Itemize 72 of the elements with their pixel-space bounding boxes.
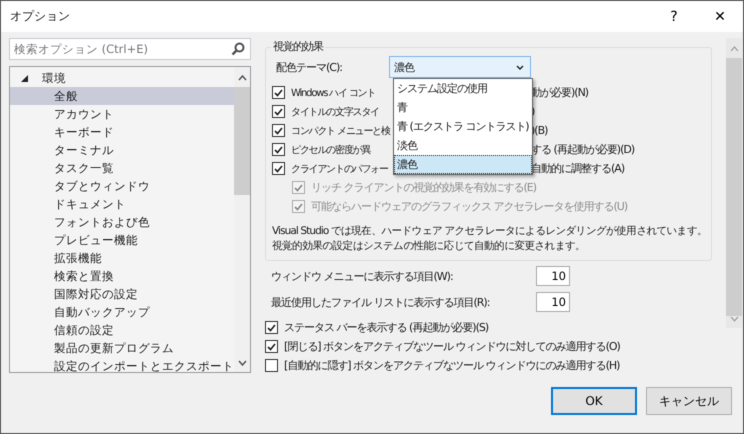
dropdown-caret-icon [516,64,524,70]
dropdown-option[interactable]: 青 (エクストラ コントラスト) [394,117,532,136]
cancel-button[interactable]: キャンセル [646,387,732,415]
checkbox[interactable] [272,124,285,137]
field-label: 配色テーマ(C): [276,60,343,74]
scroll-up-icon [730,46,739,52]
scroll-up-icon [238,75,246,81]
tree-item[interactable]: プレビュー機能 [10,231,234,249]
checkbox[interactable] [265,359,278,372]
checkbox-label: クライアントのパフォー [291,162,388,176]
checkmark-icon [274,88,283,96]
tree-item[interactable]: 拡張機能 [10,249,234,267]
tree-item[interactable]: タスク一覧 [10,159,234,177]
tree-item[interactable]: 国際対応の設定 [10,285,234,303]
tree-item[interactable]: フォントおよび色 [10,213,234,231]
checkbox-label: [自動的に隠す] ボタンをアクティブなツール ウィンドウにのみ適用する(H) [284,358,620,373]
checkmark-icon [274,164,283,172]
checkbox[interactable] [265,321,278,334]
tree-item[interactable]: 環境 [10,69,234,87]
checkmark-icon [267,324,276,332]
checkbox[interactable] [265,340,278,353]
window-title: オプション [10,8,70,25]
checkmark-icon [294,202,303,210]
checkmark-icon [274,126,283,134]
checkbox-label: 可能ならハードウェアのグラフィックス アクセラレータを使用する(U) [311,199,628,214]
checkmark-icon [274,108,283,116]
number-field[interactable]: 10 [536,266,570,286]
checkmark-icon [294,184,303,192]
tree-item[interactable]: アカウント [10,105,234,123]
dropdown-option[interactable]: 淡色 [394,136,532,155]
tree-item[interactable]: 設定のインポートとエクスポート [10,357,234,372]
group-title: 視覚的効果 [271,39,325,54]
checkbox-label: ピクセルの密度が異 [291,144,370,156]
checkbox-label: コンパクト メニューと検 [291,124,390,138]
ok-button[interactable]: OK [551,387,637,415]
tree-item[interactable]: キーボード [10,123,234,141]
checkbox-label: Windows ハイ コント [291,86,376,100]
scrollbar[interactable] [234,67,250,372]
tree-item[interactable]: ドキュメント [10,195,234,213]
checkmark-icon [267,342,276,350]
tree-item[interactable]: ターミナル [10,141,234,159]
info-text: Visual Studio では現在、ハードウェア アクセラレータによるレンダリングが使用されています。 [272,224,708,239]
dropdown-option[interactable]: システム設定の使用 [394,79,532,98]
checkbox[interactable] [272,143,285,156]
checkbox[interactable] [272,162,285,175]
field-label: 最近使用したファイル リストに表示する項目(R): [271,294,490,310]
search-field[interactable]: 検索オプション (Ctrl+E) [9,38,251,60]
tree-item[interactable]: 自動バックアップ [10,303,234,321]
tree-item[interactable]: 製品の更新プログラム [10,339,234,357]
checkbox-label: する (再起動が必要)(D) [531,142,634,157]
tree-item[interactable]: タブとウィンドウ [10,177,234,195]
theme-dropdown[interactable]: 濃色 [389,56,531,78]
tree-item[interactable]: 全般 [10,87,234,105]
checkbox-label: ステータス バーを表示する (再起動が必要)(S) [284,320,488,335]
number-field[interactable]: 10 [536,292,570,312]
scroll-thumb[interactable] [234,87,250,195]
dropdown-option[interactable]: 濃色 [394,155,532,174]
checkmark-icon [274,146,283,154]
checkbox-label: タイトルの文字スタイ [291,106,380,118]
field-label: ウィンドウ メニューに表示する項目(W): [271,268,454,284]
checkbox[interactable] [272,105,285,118]
search-icon [231,42,245,56]
dropdown-option[interactable]: 青 [394,98,532,117]
checkbox-label: [閉じる] ボタンをアクティブなツール ウィンドウに対してのみ適用する(O) [284,339,620,354]
scroll-down-icon [238,360,246,366]
collapse-icon [21,74,28,82]
checkbox[interactable] [272,86,285,99]
info-text: 視覚的効果の設定はシステムの性能に応じて自動的に変更されます。 [272,239,586,254]
tree-item[interactable]: 信頼の設定 [10,321,234,339]
tree-item[interactable]: 検索と置換 [10,267,234,285]
scroll-down-icon [730,316,739,322]
checkbox-label: リッチ クライアントの視覚的効果を有効にする(E) [311,180,536,195]
